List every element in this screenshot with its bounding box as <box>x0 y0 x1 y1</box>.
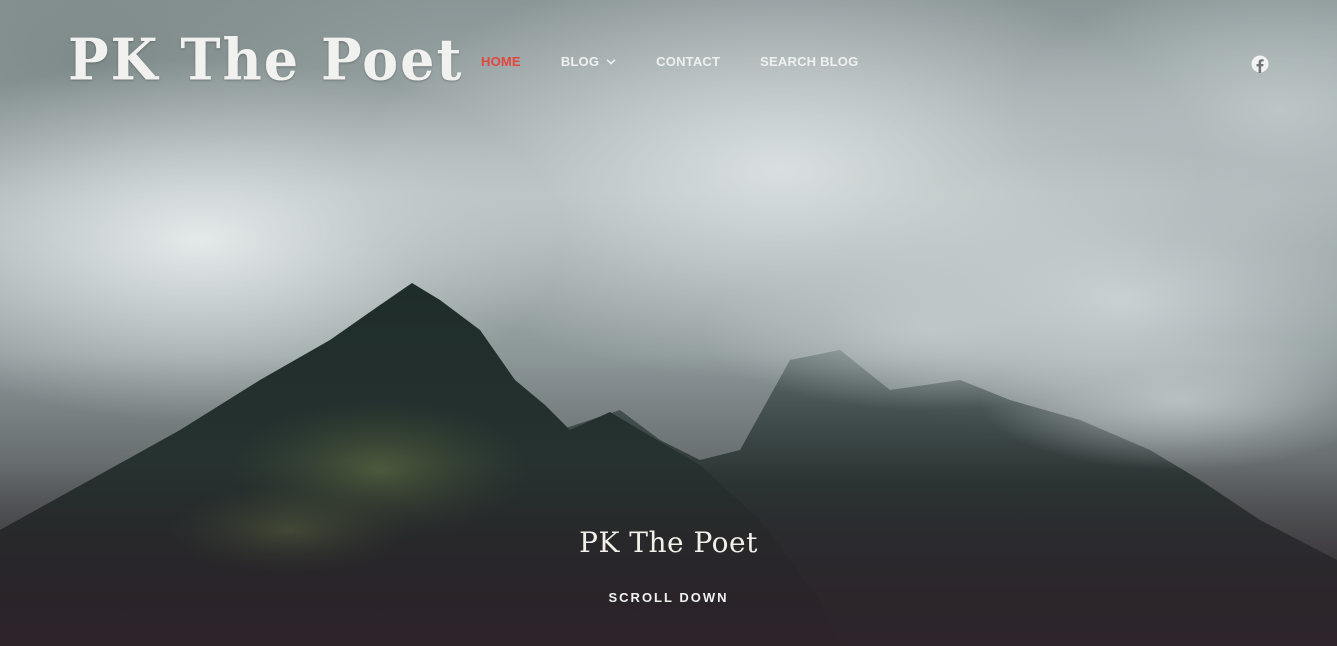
main-nav: HOME BLOG CONTACT SEARCH BLOG <box>481 54 898 69</box>
chevron-down-icon <box>606 58 616 64</box>
facebook-icon[interactable] <box>1251 55 1269 73</box>
hero-section: PK The Poet HOME BLOG CONTACT SEARCH BLO… <box>0 0 1337 646</box>
nav-item-label: HOME <box>481 54 521 69</box>
nav-item-search-blog[interactable]: SEARCH BLOG <box>760 54 858 69</box>
hero-title: PK The Poet <box>579 526 758 559</box>
nav-item-home[interactable]: HOME <box>481 54 521 69</box>
nav-item-contact[interactable]: CONTACT <box>656 54 720 69</box>
nav-item-label: SEARCH BLOG <box>760 54 859 69</box>
site-logo[interactable]: PK The Poet <box>68 26 463 93</box>
nav-item-label: BLOG <box>560 54 600 69</box>
nav-item-blog[interactable]: BLOG <box>561 54 616 69</box>
scroll-down-link[interactable]: SCROLL DOWN <box>0 590 1337 605</box>
nav-item-label: CONTACT <box>656 54 721 69</box>
